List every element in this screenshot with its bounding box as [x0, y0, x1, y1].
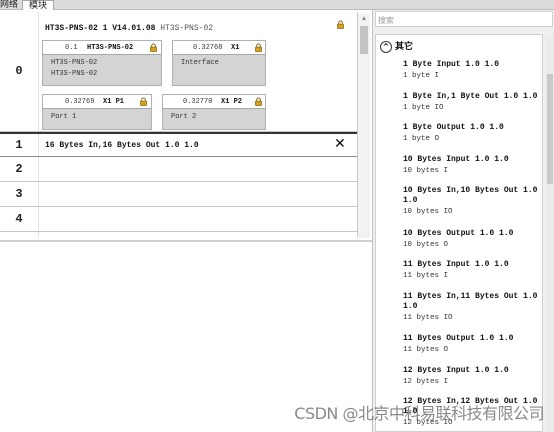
head-module-type: HT3S-PNS-02: [160, 24, 214, 33]
tab-bar: 网络 模块: [0, 0, 554, 10]
module-id: 0.32768: [193, 44, 223, 52]
module-line: Interface: [181, 59, 219, 67]
slot-row-4[interactable]: 4: [0, 207, 357, 232]
module-line: Port 2: [171, 113, 197, 121]
catalog-item-name: 11 Bytes In,11 Bytes Out 1.0 1.0: [403, 292, 538, 311]
slot-row-5[interactable]: [0, 232, 357, 237]
catalog-item[interactable]: 11 Bytes Input 1.0 1.0 11 bytes I: [403, 260, 542, 281]
catalog-item[interactable]: 12 Bytes Input 1.0 1.0 12 bytes I: [403, 366, 542, 387]
catalog-item-name: 10 Bytes Input 1.0 1.0: [403, 155, 509, 164]
slot-row-3[interactable]: 3: [0, 182, 357, 207]
head-module-slot-info: 1 V14.01.08: [102, 24, 156, 33]
scrollbar-thumb[interactable]: [360, 26, 368, 54]
scroll-up-arrow-icon[interactable]: ▲: [360, 16, 368, 22]
module-box-dap[interactable]: 0.1 HT3S-PNS-02 HT3S-PNS-02 HT3S-PNS-02: [42, 40, 162, 86]
catalog-item-name: 10 Bytes Output 1.0 1.0: [403, 229, 514, 238]
catalog-item-desc: 10 bytes I: [403, 167, 449, 175]
catalog-item-desc: 1 byte O: [403, 135, 440, 143]
slot-number: 3: [15, 187, 23, 201]
module-line: Port 1: [51, 113, 77, 121]
slot-divider: [38, 207, 39, 231]
lock-icon: [336, 20, 345, 29]
catalog-group-other[interactable]: ^ 其它: [380, 39, 413, 53]
slot-divider: [38, 232, 39, 237]
catalog-item[interactable]: 1 Byte Input 1.0 1.0 1 byte I: [403, 60, 542, 81]
module-box-header: 0.32770 X1 P2: [163, 95, 265, 109]
module-box-port1[interactable]: 0.32769 X1 P1 Port 1: [42, 94, 152, 130]
slot-grid: 0 HT3S-PNS-02 1 V14.01.08 HT3S-PNS-02 0.…: [0, 12, 358, 237]
head-module-name: HT3S-PNS-02: [45, 24, 98, 33]
slot-row-2[interactable]: 2: [0, 157, 357, 182]
lock-icon: [254, 43, 263, 52]
catalog-item[interactable]: 10 Bytes In,10 Bytes Out 1.0 1.0 10 byte…: [403, 186, 542, 217]
catalog-pane: 搜索 ^ 其它 1 Byte Input 1.0 1.0 1 byte I 1 B…: [372, 10, 554, 432]
slot-divider: [38, 157, 39, 181]
head-module-title: HT3S-PNS-02 1 V14.01.08 HT3S-PNS-02: [45, 24, 213, 33]
module-name: X1 P2: [221, 98, 243, 106]
module-line: HT3S-PNS-02: [51, 70, 98, 78]
lock-icon: [254, 97, 263, 106]
pane-splitter[interactable]: [0, 240, 372, 242]
catalog-item-name: 12 Bytes Input 1.0 1.0: [403, 366, 509, 375]
catalog-item-desc: 11 bytes I: [403, 272, 449, 280]
catalog-item-name: 11 Bytes Output 1.0 1.0: [403, 334, 514, 343]
slot-row-1[interactable]: 1 16 Bytes In,16 Bytes Out 1.0 1.0 ✕: [0, 132, 357, 157]
module-box-header: 0.1 HT3S-PNS-02: [43, 41, 161, 55]
module-name: HT3S-PNS-02: [87, 44, 134, 52]
catalog-item-desc: 10 bytes IO: [403, 208, 453, 216]
module-box-header: 0.32768 X1: [173, 41, 265, 55]
slot-module-name: 16 Bytes In,16 Bytes Out 1.0 1.0: [45, 141, 199, 150]
slot-number: 4: [15, 212, 23, 226]
scrollbar-thumb[interactable]: [547, 74, 553, 184]
module-box-port2[interactable]: 0.32770 X1 P2 Port 2: [162, 94, 266, 130]
slot-grid-scrollbar[interactable]: ▲: [358, 14, 370, 238]
slot-row-0[interactable]: 0 HT3S-PNS-02 1 V14.01.08 HT3S-PNS-02 0.…: [0, 12, 357, 132]
module-box-header: 0.32769 X1 P1: [43, 95, 151, 109]
catalog-item-desc: 12 bytes I: [403, 378, 449, 386]
catalog-item-desc: 11 bytes O: [403, 346, 449, 354]
slot-divider: [38, 12, 39, 131]
watermark: CSDN @北京中科易联科技有限公司: [294, 404, 544, 423]
catalog-item-name: 10 Bytes In,10 Bytes Out 1.0 1.0: [403, 186, 538, 205]
catalog-item-desc: 1 byte I: [403, 72, 440, 80]
module-id: 0.32770: [183, 98, 213, 106]
module-id: 0.32769: [65, 98, 95, 106]
catalog-item[interactable]: 11 Bytes Output 1.0 1.0 11 bytes O: [403, 334, 542, 355]
lock-icon: [139, 97, 148, 106]
catalog-item-desc: 1 byte IO: [403, 104, 444, 112]
module-box-interface[interactable]: 0.32768 X1 Interface: [172, 40, 266, 86]
catalog-item[interactable]: 10 Bytes Output 1.0 1.0 10 bytes O: [403, 229, 542, 250]
module-line: HT3S-PNS-02: [51, 59, 98, 67]
catalog-item[interactable]: 10 Bytes Input 1.0 1.0 10 bytes I: [403, 155, 542, 176]
catalog-scrollbar[interactable]: [545, 34, 554, 432]
catalog-search-input[interactable]: 搜索: [375, 11, 553, 27]
catalog-group-label: 其它: [395, 42, 414, 52]
lock-icon: [149, 43, 158, 52]
module-name: X1 P1: [103, 98, 125, 106]
tab-module[interactable]: 模块: [22, 0, 55, 10]
catalog-item-name: 1 Byte Output 1.0 1.0: [403, 123, 504, 132]
remove-module-icon[interactable]: ✕: [334, 136, 346, 152]
slot-number: 2: [15, 162, 23, 176]
module-id: 0.1: [65, 44, 78, 52]
catalog-item-name: 1 Byte Input 1.0 1.0: [403, 60, 500, 69]
chevron-up-icon[interactable]: ^: [380, 40, 392, 53]
slot-divider: [38, 182, 39, 206]
catalog-item[interactable]: 1 Byte In,1 Byte Out 1.0 1.0 1 byte IO: [403, 92, 542, 113]
catalog-item-name: 1 Byte In,1 Byte Out 1.0 1.0: [403, 92, 538, 101]
slot-divider: [38, 134, 39, 156]
catalog-item[interactable]: 11 Bytes In,11 Bytes Out 1.0 1.0 11 byte…: [403, 292, 542, 323]
catalog-item-name: 11 Bytes Input 1.0 1.0: [403, 260, 509, 269]
tab-network[interactable]: 网络: [0, 0, 24, 10]
slot-configuration-pane: 0 HT3S-PNS-02 1 V14.01.08 HT3S-PNS-02 0.…: [0, 10, 372, 432]
catalog-item-desc: 11 bytes IO: [403, 314, 453, 322]
catalog-list: ^ 其它 1 Byte Input 1.0 1.0 1 byte I 1 Byte…: [375, 34, 543, 432]
slot-number: 0: [15, 64, 23, 78]
slot-number: 1: [15, 138, 23, 152]
catalog-item[interactable]: 1 Byte Output 1.0 1.0 1 byte O: [403, 123, 542, 144]
module-name: X1: [231, 44, 240, 52]
catalog-item-desc: 10 bytes O: [403, 241, 449, 249]
